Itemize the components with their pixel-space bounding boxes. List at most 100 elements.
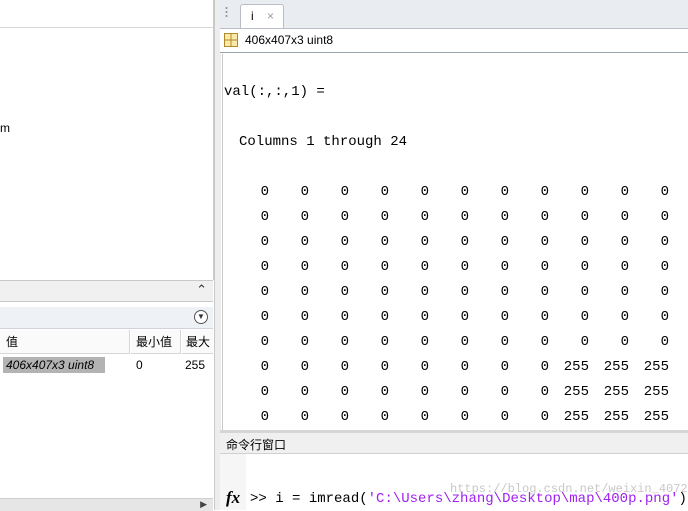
workspace-header: ▼: [0, 307, 213, 329]
matrix-cell: 0: [500, 184, 509, 200]
variable-min-cell: 0: [136, 358, 143, 372]
matrix-cell: 0: [260, 234, 269, 250]
matrix-cell: 0: [540, 184, 549, 200]
command-text: i = imread(: [275, 491, 368, 507]
matrix-cell: 0: [460, 384, 469, 400]
column-header-value[interactable]: 值: [0, 330, 130, 354]
matrix-cell: 0: [460, 284, 469, 300]
drag-handle-icon[interactable]: [225, 6, 228, 20]
matrix-cell: 0: [380, 259, 389, 275]
matrix-cell: 0: [300, 384, 309, 400]
matrix-cell: 0: [580, 309, 589, 325]
matrix-cell: 0: [340, 209, 349, 225]
matrix-cell: 0: [340, 259, 349, 275]
matrix-cell: 0: [340, 184, 349, 200]
matrix-cell: 0: [260, 359, 269, 375]
function-browser-icon[interactable]: fx: [226, 488, 240, 508]
variable-size-type: 406x407x3 uint8: [245, 33, 334, 47]
matrix-cell: 0: [620, 209, 629, 225]
matrix-cell: 0: [500, 384, 509, 400]
matrix-cell: 0: [420, 334, 429, 350]
workspace-table: 值 最小值 最大 406x407x3 uint8 0 255: [0, 330, 213, 498]
matrix-cell: 0: [540, 334, 549, 350]
matrix-cell: 0: [260, 384, 269, 400]
matrix-row: 000000002552552552: [223, 384, 688, 409]
tab-label: i: [251, 9, 254, 23]
matrix-cell: 255: [603, 359, 629, 375]
matrix-cell: 2: [669, 384, 688, 400]
variable-value-cell[interactable]: 406x407x3 uint8: [3, 357, 105, 373]
variable-output-area[interactable]: val(:,:,1) = Columns 1 through 24 000000…: [222, 54, 688, 430]
matrix-cell: 0: [340, 384, 349, 400]
matrix-row: 0 0 0 0 0 0 0 0 0 0 0: [223, 259, 688, 284]
matrix-cell: 0: [500, 334, 509, 350]
matrix-cell: 0: [660, 209, 669, 225]
matrix-cell: 0: [460, 334, 469, 350]
matrix-cell: 0: [540, 409, 549, 425]
tab-variable-i[interactable]: i ×: [240, 4, 284, 28]
matrix-cell: 0: [420, 259, 429, 275]
matrix-cell: 0: [500, 209, 509, 225]
matrix-cell: 0: [460, 234, 469, 250]
matrix-cell: 0: [380, 184, 389, 200]
matrix-cell: 0: [340, 234, 349, 250]
matrix-cell: 255: [603, 409, 629, 425]
matrix-cell: 0: [540, 234, 549, 250]
matrix-cell: 0: [420, 209, 429, 225]
matrix-cell: 0: [660, 334, 669, 350]
horizontal-scrollbar[interactable]: ▶: [0, 498, 213, 511]
matrix-row: 0 0 0 0 0 0 0 0 0 0 0: [223, 309, 688, 334]
close-icon[interactable]: ×: [267, 9, 274, 23]
matrix-cell: 0: [420, 284, 429, 300]
matrix-cell: 0: [580, 334, 589, 350]
file-list-item[interactable]: m: [0, 121, 10, 135]
command-window[interactable]: fx >> i = imread('C:\Users\zhang\Desktop…: [220, 454, 688, 510]
column-header-max[interactable]: 最大: [182, 330, 213, 354]
command-prompt: >>: [250, 491, 276, 507]
matrix-cell: 0: [300, 359, 309, 375]
matrix-cell: 0: [260, 309, 269, 325]
matrix-cell: 0: [340, 409, 349, 425]
matrix-cell: 0: [300, 259, 309, 275]
matrix-cell: 0: [260, 184, 269, 200]
matrix-cell: 0: [620, 259, 629, 275]
matrix-cell: 0: [580, 209, 589, 225]
matrix-cell: 0: [260, 209, 269, 225]
panel-divider: [0, 27, 213, 28]
scroll-right-icon[interactable]: ▶: [200, 499, 207, 510]
matrix-cell: 0: [420, 384, 429, 400]
column-header-min[interactable]: 最小值: [131, 330, 181, 354]
matrix-cell: 255: [563, 384, 589, 400]
matrix-cell: 0: [580, 184, 589, 200]
chevron-up-icon[interactable]: ⌃: [196, 282, 207, 298]
columns-label: Columns 1 through 24: [239, 134, 408, 150]
matrix-cell: 0: [380, 309, 389, 325]
variable-max-cell: 255: [185, 358, 206, 372]
matrix-cell: 0: [460, 184, 469, 200]
matrix-cell: 0: [380, 409, 389, 425]
matrix-cell: 0: [460, 209, 469, 225]
matrix-cell: 0: [660, 234, 669, 250]
matrix-cell: 0: [580, 259, 589, 275]
watermark: https://blog.csdn.net/weixin_40721007: [450, 482, 688, 496]
command-window-header: 命令行窗口: [220, 433, 688, 454]
matrix-cell: 0: [460, 309, 469, 325]
matrix-cell: 0: [340, 334, 349, 350]
matrix-cell: 0: [300, 209, 309, 225]
matrix-cell: 0: [420, 359, 429, 375]
matrix-cell: 0: [620, 309, 629, 325]
matrix-cell: 0: [300, 309, 309, 325]
matrix-cell: 0: [260, 334, 269, 350]
table-grid-icon: [224, 33, 238, 47]
matrix-cell: 0: [380, 359, 389, 375]
matrix-cell: 255: [643, 359, 669, 375]
current-folder-panel: m: [0, 0, 214, 280]
matrix-cell: 255: [603, 384, 629, 400]
matrix-cell: 0: [380, 334, 389, 350]
matrix-cell: 0: [340, 284, 349, 300]
matrix-cell: 0: [580, 234, 589, 250]
workspace-menu-icon[interactable]: ▼: [194, 310, 208, 324]
matrix-cell: 0: [620, 184, 629, 200]
matrix-row: 0 0 0 0 0 0 0 0 0 0 0: [223, 209, 688, 234]
matrix-cell: 0: [540, 309, 549, 325]
